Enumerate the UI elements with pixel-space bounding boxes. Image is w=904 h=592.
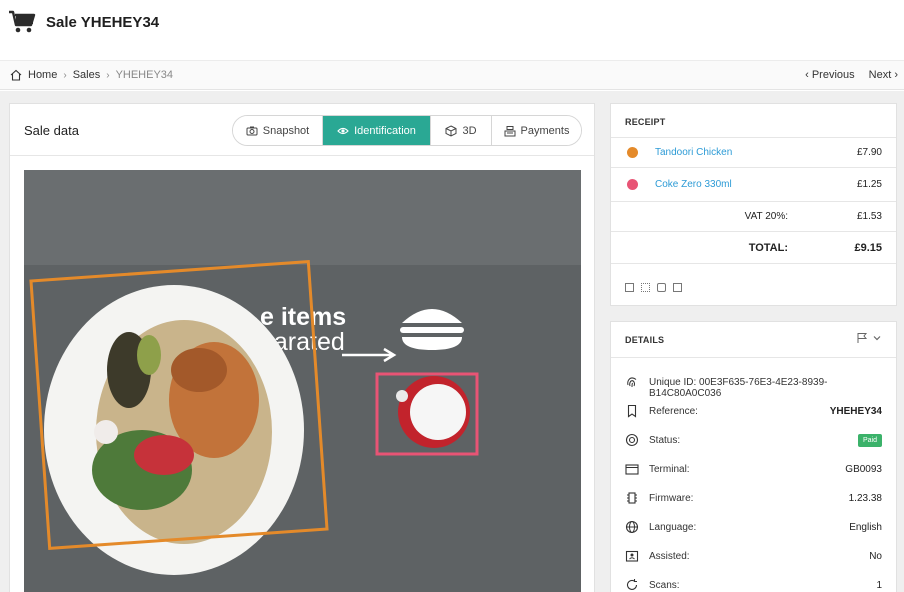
receipt-caption: RECEIPT bbox=[625, 117, 666, 127]
fingerprint-icon bbox=[627, 377, 637, 388]
detail-firmware: Firmware: 1.23.38 bbox=[611, 484, 896, 513]
status-label: Status: bbox=[649, 435, 681, 446]
vat-label: VAT 20%: bbox=[744, 211, 788, 222]
scans-label: Scans: bbox=[649, 580, 680, 591]
detail-assisted: Assisted: No bbox=[611, 542, 896, 571]
breadcrumb-home[interactable]: Home bbox=[28, 69, 57, 81]
terminal-value: GB0093 bbox=[845, 464, 882, 475]
detail-language: Language: English bbox=[611, 513, 896, 542]
terminal-icon bbox=[625, 464, 639, 475]
receipt-panel: RECEIPT Tandoori Chicken £7.90 Coke Zero… bbox=[610, 103, 897, 306]
bookmark-icon bbox=[627, 404, 637, 418]
tab-payments[interactable]: Payments bbox=[492, 116, 581, 145]
chevron-left-icon: ‹ bbox=[805, 69, 812, 81]
detail-terminal: Terminal: GB0093 bbox=[611, 455, 896, 484]
photo-canvas: e items parated bbox=[24, 170, 581, 592]
chevron-right-icon: › bbox=[63, 69, 67, 81]
detail-unique-id: Unique ID: 00E3F635-76E3-4E23-8939-B14C8… bbox=[611, 368, 896, 399]
receipt-tools bbox=[625, 283, 682, 292]
unique-id-label: Unique ID: bbox=[649, 377, 697, 388]
receipt-item: Tandoori Chicken £7.90 bbox=[611, 138, 896, 168]
item-color-dot bbox=[627, 147, 638, 158]
tab-snapshot[interactable]: Snapshot bbox=[233, 116, 323, 145]
next-button[interactable]: Next › bbox=[869, 69, 898, 81]
food-bowl bbox=[44, 285, 304, 575]
chevron-right-icon: › bbox=[106, 69, 110, 81]
sale-data-panel: Sale data Snapshot Identification 3D Pay… bbox=[9, 103, 595, 592]
breadcrumb-sales[interactable]: Sales bbox=[73, 69, 101, 81]
scans-value: 1 bbox=[876, 580, 882, 591]
details-caption: DETAILS bbox=[625, 335, 665, 345]
photo-text-line1: e items bbox=[260, 303, 346, 331]
view-tabs: Snapshot Identification 3D Payments bbox=[232, 115, 582, 146]
assisted-value: No bbox=[869, 551, 882, 562]
top-bar: Sale YHEHEY34 bbox=[0, 0, 904, 58]
shopping-cart-icon bbox=[9, 10, 36, 33]
total-row: TOTAL: £9.15 bbox=[611, 232, 896, 264]
vat-row: VAT 20%: £1.53 bbox=[611, 202, 896, 232]
assisted-label: Assisted: bbox=[649, 551, 690, 562]
receipt-header: RECEIPT bbox=[611, 104, 896, 138]
qr-code-icon[interactable] bbox=[641, 283, 650, 292]
camera-icon bbox=[246, 126, 258, 135]
vat-value: £1.53 bbox=[856, 211, 882, 222]
firmware-value: 1.23.38 bbox=[848, 493, 882, 504]
details-panel: DETAILS Unique ID: 00E3F635-76E3-4E23-89… bbox=[610, 321, 897, 592]
reference-value: YHEHEY34 bbox=[829, 406, 882, 417]
details-actions bbox=[856, 332, 882, 344]
total-label: TOTAL: bbox=[748, 242, 788, 254]
item-color-dot bbox=[627, 179, 638, 190]
details-header: DETAILS bbox=[611, 322, 896, 358]
receipt-item-link[interactable]: Tandoori Chicken bbox=[655, 147, 732, 158]
refresh-icon bbox=[626, 579, 638, 590]
status-badge: Paid bbox=[857, 434, 882, 447]
eye-icon bbox=[337, 127, 349, 134]
language-value: English bbox=[849, 522, 882, 533]
receipt-item-link[interactable]: Coke Zero 330ml bbox=[655, 179, 732, 190]
breadcrumb-bar: Home › Sales › YHEHEY34 ‹ Previous Next … bbox=[0, 60, 904, 90]
globe-icon bbox=[625, 520, 639, 534]
breadcrumb: Home › Sales › YHEHEY34 bbox=[10, 69, 173, 81]
detail-reference: Reference: YHEHEY34 bbox=[611, 397, 896, 426]
total-value: £9.15 bbox=[854, 242, 882, 254]
detail-status: Status: Paid bbox=[611, 426, 896, 455]
receipt-item-price: £7.90 bbox=[856, 147, 882, 158]
breadcrumb-current: YHEHEY34 bbox=[115, 69, 174, 81]
assisted-icon bbox=[625, 550, 639, 562]
firmware-label: Firmware: bbox=[649, 493, 694, 504]
register-icon bbox=[504, 125, 516, 136]
pdf-icon[interactable] bbox=[673, 283, 682, 292]
cube-icon bbox=[445, 124, 457, 137]
status-icon bbox=[625, 433, 639, 447]
home-icon[interactable] bbox=[10, 69, 22, 81]
sale-data-title: Sale data bbox=[24, 123, 79, 138]
chip-icon bbox=[627, 492, 637, 504]
tab-3d[interactable]: 3D bbox=[431, 116, 492, 145]
receipt-item-price: £1.25 bbox=[856, 179, 882, 190]
identification-photo: e items parated bbox=[24, 170, 581, 592]
chevron-down-icon[interactable] bbox=[872, 332, 882, 344]
terminal-label: Terminal: bbox=[649, 464, 690, 475]
page-title: Sale YHEHEY34 bbox=[46, 14, 160, 31]
reference-label: Reference: bbox=[649, 406, 698, 417]
language-label: Language: bbox=[649, 522, 697, 533]
previous-button[interactable]: ‹ Previous bbox=[805, 69, 855, 81]
tab-identification[interactable]: Identification bbox=[323, 116, 431, 145]
detail-scans: Scans: 1 bbox=[611, 571, 896, 592]
main-area: Sale data Snapshot Identification 3D Pay… bbox=[0, 91, 904, 592]
chevron-right-icon: › bbox=[891, 69, 898, 81]
receipt-item: Coke Zero 330ml £1.25 bbox=[611, 168, 896, 202]
receipt-view-icon[interactable] bbox=[625, 283, 634, 292]
print-icon[interactable] bbox=[657, 283, 666, 292]
flag-icon[interactable] bbox=[856, 332, 868, 344]
sale-data-header: Sale data Snapshot Identification 3D Pay… bbox=[10, 104, 594, 156]
pager: ‹ Previous Next › bbox=[805, 69, 898, 81]
